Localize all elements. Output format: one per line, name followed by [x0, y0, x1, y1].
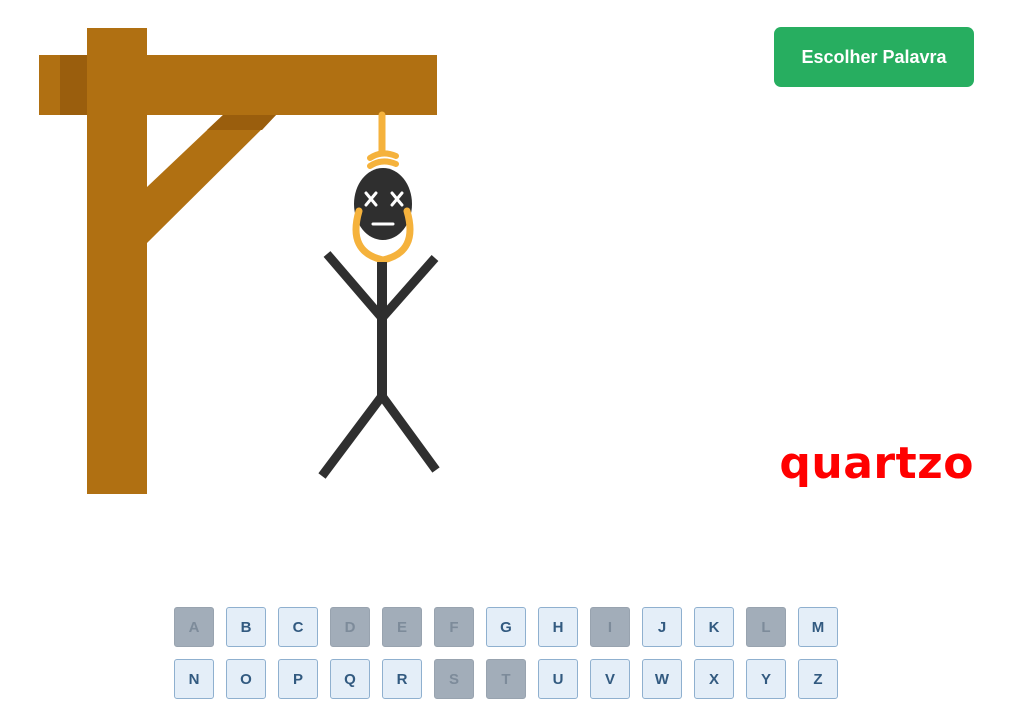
hanged-figure — [318, 168, 440, 479]
right-leg — [378, 393, 440, 473]
letter-key-v[interactable]: V — [590, 659, 630, 699]
left-arm — [323, 251, 386, 321]
letter-key-h[interactable]: H — [538, 607, 578, 647]
letter-key-k[interactable]: K — [694, 607, 734, 647]
rope-knot — [367, 150, 399, 169]
letter-key-g[interactable]: G — [486, 607, 526, 647]
hangman-drawing — [39, 28, 440, 494]
letter-key-y[interactable]: Y — [746, 659, 786, 699]
letter-key-w[interactable]: W — [642, 659, 682, 699]
letter-key-m[interactable]: M — [798, 607, 838, 647]
letter-key-b[interactable]: B — [226, 607, 266, 647]
rope — [367, 111, 399, 169]
letter-key-q[interactable]: Q — [330, 659, 370, 699]
head — [354, 168, 412, 240]
game-stage: Escolher Palavra quartzo ABCDEFGHIJKLM NO… — [0, 0, 1018, 714]
gallows-post — [87, 28, 147, 494]
letter-key-t: T — [486, 659, 526, 699]
letter-keyboard: ABCDEFGHIJKLM NOPQRSTUVWXYZ — [174, 607, 844, 711]
letter-key-x[interactable]: X — [694, 659, 734, 699]
letter-key-n[interactable]: N — [174, 659, 214, 699]
letter-key-f: F — [434, 607, 474, 647]
revealed-word: quartzo — [779, 438, 974, 489]
letter-key-s: S — [434, 659, 474, 699]
gallows-brace — [147, 115, 276, 243]
letter-key-j[interactable]: J — [642, 607, 682, 647]
right-arm — [378, 255, 439, 321]
letter-key-l: L — [746, 607, 786, 647]
choose-word-button[interactable]: Escolher Palavra — [774, 27, 974, 87]
keyboard-row: ABCDEFGHIJKLM — [174, 607, 844, 647]
letter-key-d: D — [330, 607, 370, 647]
letter-key-z[interactable]: Z — [798, 659, 838, 699]
left-leg — [318, 393, 386, 479]
gallows-beam-shadow — [60, 55, 88, 115]
letter-key-r[interactable]: R — [382, 659, 422, 699]
letter-key-i: I — [590, 607, 630, 647]
letter-key-o[interactable]: O — [226, 659, 266, 699]
letter-key-e: E — [382, 607, 422, 647]
letter-key-p[interactable]: P — [278, 659, 318, 699]
letter-key-c[interactable]: C — [278, 607, 318, 647]
letter-key-u[interactable]: U — [538, 659, 578, 699]
keyboard-row: NOPQRSTUVWXYZ — [174, 659, 844, 699]
letter-key-a: A — [174, 607, 214, 647]
gallows-brace-shadow — [207, 115, 276, 130]
